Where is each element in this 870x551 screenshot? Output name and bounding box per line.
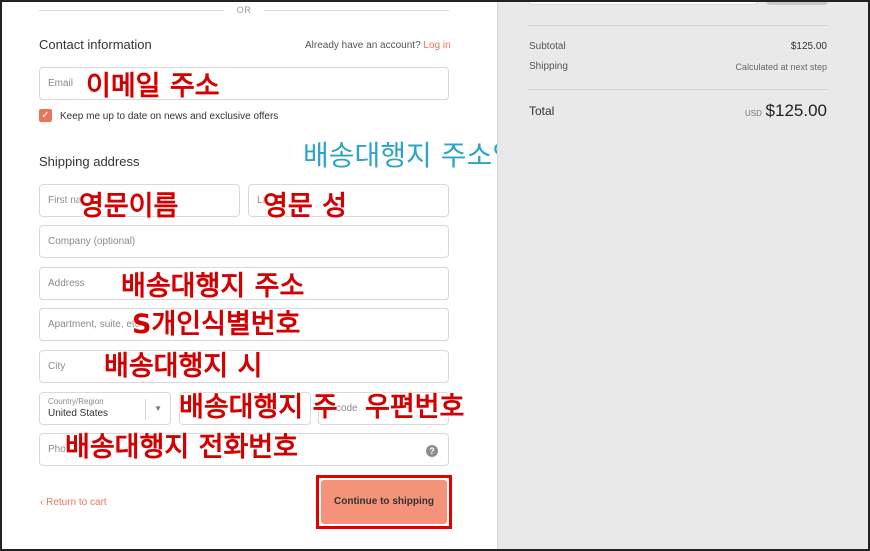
screenshot-frame: [0, 0, 870, 551]
